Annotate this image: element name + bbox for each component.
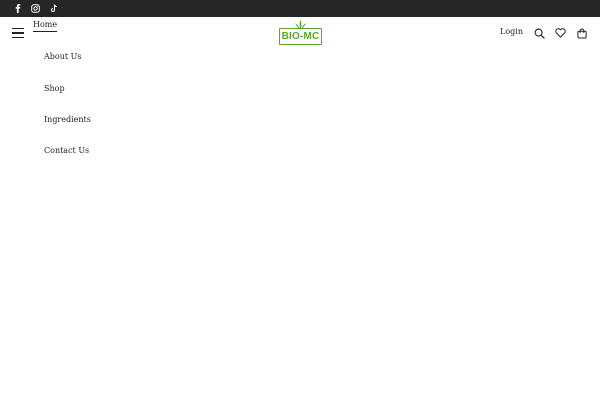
heart-icon[interactable]: [553, 26, 567, 40]
nav-item-about-us[interactable]: About Us: [44, 52, 81, 61]
cart-icon[interactable]: [575, 26, 589, 40]
facebook-icon[interactable]: [11, 0, 25, 17]
instagram-icon[interactable]: [28, 0, 42, 17]
site-header: BIO-MC Login: [0, 17, 600, 49]
nav-item-shop[interactable]: Shop: [44, 84, 65, 93]
login-link[interactable]: Login: [500, 27, 523, 36]
logo-text: BIO-MC: [281, 30, 320, 42]
logo-badge: BIO-MC: [279, 28, 322, 45]
social-bar: [0, 0, 600, 17]
nav-item-home[interactable]: Home: [33, 20, 58, 32]
menu-icon[interactable]: [12, 28, 24, 38]
search-icon[interactable]: [532, 26, 546, 40]
nav-item-ingredients[interactable]: Ingredients: [44, 115, 91, 124]
nav-item-contact-us[interactable]: Contact Us: [44, 146, 89, 155]
brand-logo[interactable]: BIO-MC: [279, 20, 322, 46]
tiktok-icon[interactable]: [47, 0, 61, 17]
